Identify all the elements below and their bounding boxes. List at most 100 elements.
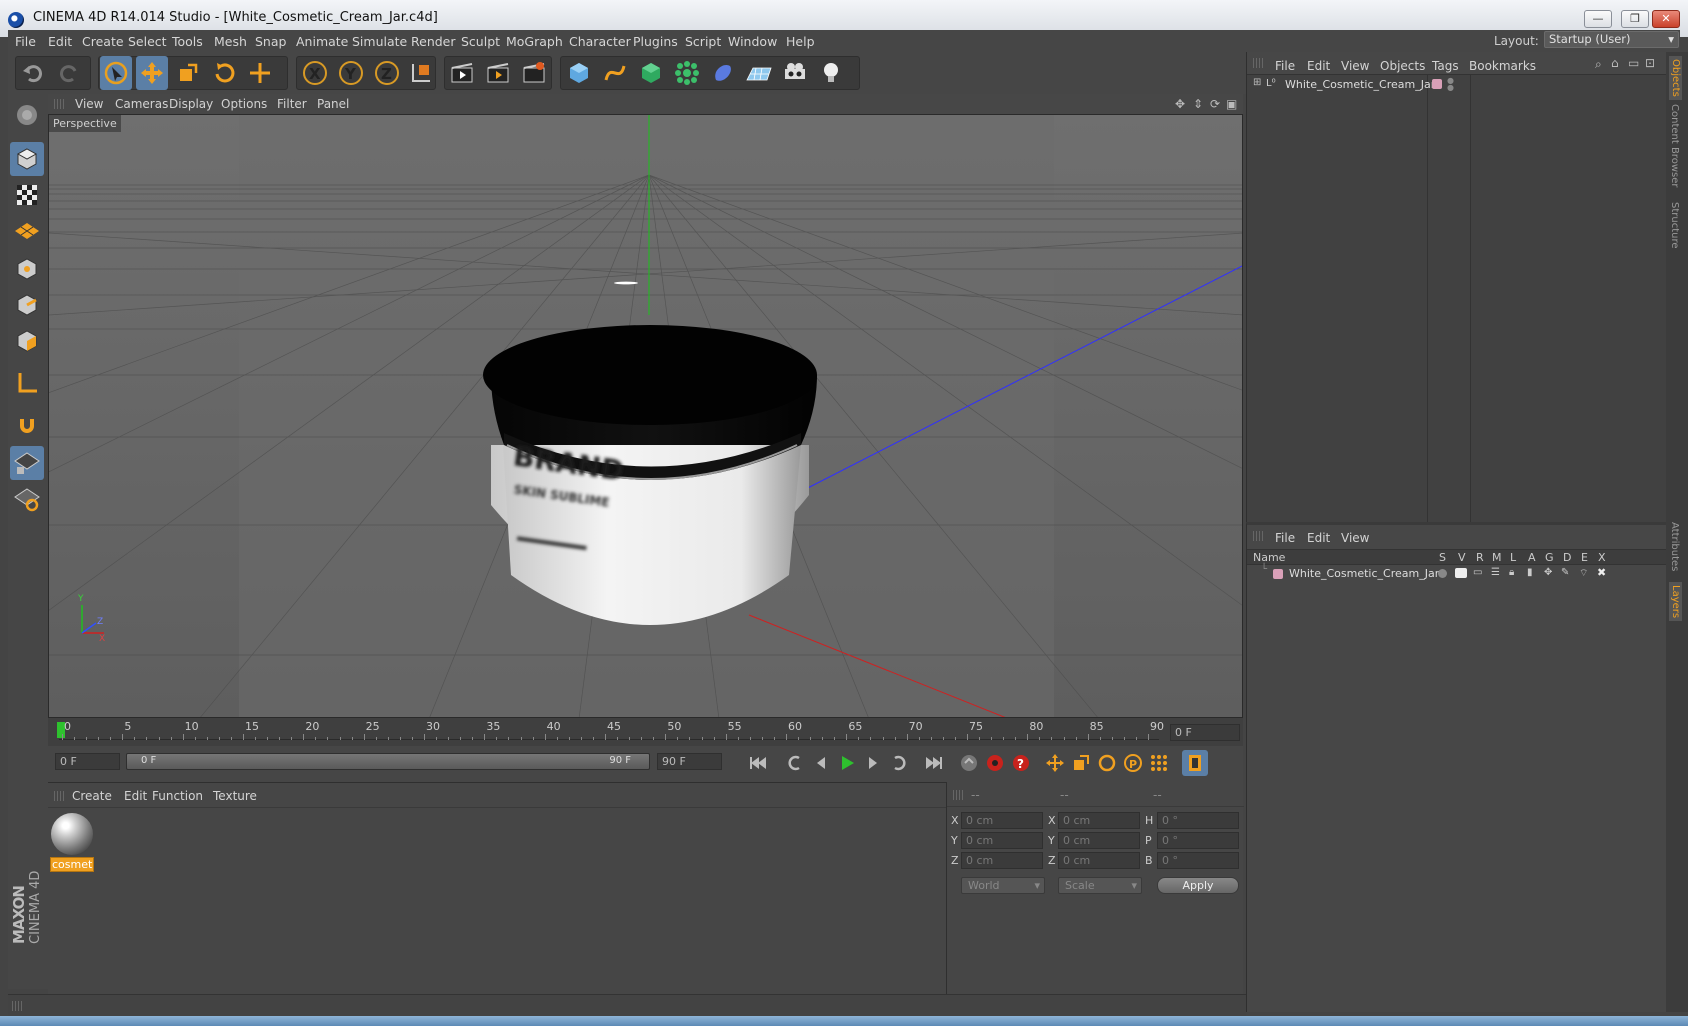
render-settings-icon[interactable] [518, 56, 550, 90]
viewport-menu-view[interactable]: View [75, 97, 103, 111]
render-picture-viewer-icon[interactable] [482, 56, 514, 90]
tab-layers[interactable]: Layers [1669, 582, 1682, 622]
viewport-menu-cameras[interactable]: Cameras [115, 97, 168, 111]
render-view-icon[interactable] [446, 56, 478, 90]
key-rotation-icon[interactable] [1096, 752, 1118, 774]
menu-plugins[interactable]: Plugins [633, 34, 678, 49]
motion-record-icon[interactable] [958, 752, 980, 774]
solo-toggle-icon[interactable] [1438, 569, 1447, 578]
polygons-mode-icon[interactable] [10, 324, 44, 358]
spline-icon[interactable] [599, 56, 631, 90]
menu-select[interactable]: Select [128, 34, 167, 49]
tab-structure[interactable]: Structure [1669, 202, 1680, 249]
workplane-mode-icon[interactable] [10, 214, 44, 248]
generators-toggle-icon[interactable]: ✥ [1544, 567, 1552, 578]
cube-object-icon[interactable] [563, 56, 595, 90]
key-position-icon[interactable] [1044, 752, 1066, 774]
layer-row[interactable]: └ White_Cosmetic_Cream_Jar ▭ ☰ 🔒︎ ▮ ✥ ✎ … [1247, 564, 1667, 582]
nurbs-icon[interactable] [635, 56, 667, 90]
texture-mode-icon[interactable] [10, 178, 44, 212]
material-menu-edit[interactable]: Edit [124, 789, 147, 803]
new-window-icon[interactable]: ⊡ [1645, 56, 1655, 70]
coord-rot-h-field[interactable]: 0 ° [1157, 812, 1239, 829]
previous-frame-icon[interactable] [810, 752, 832, 774]
layer-col-d[interactable]: D [1563, 551, 1571, 564]
menu-snap[interactable]: Snap [255, 34, 286, 49]
render-toggle-icon[interactable]: ▭ [1473, 567, 1482, 578]
rotate-view-icon[interactable]: ⟳ [1210, 97, 1220, 111]
coord-size-mode-select[interactable]: Scale ▾ [1058, 877, 1142, 894]
array-icon[interactable] [671, 56, 703, 90]
menu-tools[interactable]: Tools [172, 34, 203, 49]
layer-menu-edit[interactable]: Edit [1307, 531, 1330, 545]
camera-icon[interactable] [779, 56, 811, 90]
edges-mode-icon[interactable] [10, 288, 44, 322]
object-menu-edit[interactable]: Edit [1307, 59, 1330, 73]
layer-col-r[interactable]: R [1476, 551, 1484, 564]
snap-settings-icon[interactable] [10, 482, 44, 516]
minimize-button[interactable]: — [1584, 10, 1612, 28]
current-frame-field[interactable]: 0 F [1170, 724, 1240, 741]
floor-icon[interactable] [743, 56, 775, 90]
lock-icon[interactable]: 🔒︎ [1509, 567, 1514, 578]
key-parameter-icon[interactable]: P [1122, 752, 1144, 774]
object-menu-view[interactable]: View [1341, 59, 1369, 73]
layer-col-l[interactable]: L [1510, 551, 1516, 564]
start-frame-field[interactable]: 0 F [55, 753, 120, 770]
object-menu-tags[interactable]: Tags [1432, 59, 1459, 73]
menu-sculpt[interactable]: Sculpt [461, 34, 500, 49]
menu-character[interactable]: Character [569, 34, 631, 49]
material-menu-create[interactable]: Create [72, 789, 112, 803]
layer-color-swatch[interactable] [1432, 79, 1442, 89]
coord-rot-b-field[interactable]: 0 ° [1157, 852, 1239, 869]
workplane-lock-icon[interactable] [10, 446, 44, 480]
end-frame-field[interactable]: 90 F [657, 753, 722, 770]
coordinate-system-icon[interactable] [405, 56, 437, 90]
menu-edit[interactable]: Edit [48, 34, 72, 49]
z-axis-icon[interactable]: Z [371, 56, 403, 90]
key-scale-icon[interactable] [1070, 752, 1092, 774]
timeline-ruler[interactable]: 0 5 10 15 20 25 30 35 40 45 50 55 60 65 70 75 80 85 90 0 F [48, 718, 1243, 746]
layer-col-g[interactable]: G [1545, 551, 1554, 564]
layer-menu-view[interactable]: View [1341, 531, 1369, 545]
model-mode-icon[interactable] [10, 142, 44, 176]
add-object-icon[interactable] [244, 56, 276, 90]
menu-create[interactable]: Create [82, 34, 124, 49]
object-menu-objects[interactable]: Objects [1380, 59, 1425, 73]
apply-button[interactable]: Apply [1157, 877, 1239, 894]
expressions-toggle-icon[interactable]: ⌔ [1579, 567, 1588, 580]
tab-objects[interactable]: Objects [1669, 56, 1682, 100]
visibility-dots-icon[interactable]: ● ● [1447, 77, 1454, 92]
x-axis-icon[interactable]: X [299, 56, 331, 90]
viewport-menu-panel[interactable]: Panel [317, 97, 349, 111]
go-to-start-icon[interactable] [747, 752, 769, 774]
menu-mesh[interactable]: Mesh [214, 34, 247, 49]
maximize-button[interactable]: ❐ [1621, 10, 1649, 28]
coord-pos-z-field[interactable]: 0 cm [961, 852, 1043, 869]
viewport-menu-display[interactable]: Display [169, 97, 213, 111]
object-menu-file[interactable]: File [1275, 59, 1295, 73]
magnet-icon[interactable] [10, 408, 44, 442]
coord-size-x-field[interactable]: 0 cm [1058, 812, 1140, 829]
visible-eye-icon[interactable] [1455, 568, 1467, 578]
menu-file[interactable]: File [15, 34, 36, 49]
layer-col-x[interactable]: X [1598, 551, 1606, 564]
menu-animate[interactable]: Animate [296, 34, 348, 49]
maximize-view-icon[interactable]: ▣ [1226, 97, 1237, 111]
menu-mograph[interactable]: MoGraph [506, 34, 563, 49]
points-mode-icon[interactable] [10, 252, 44, 286]
viewport-menu-filter[interactable]: Filter [277, 97, 307, 111]
layer-menu-file[interactable]: File [1275, 531, 1295, 545]
redo-icon[interactable] [53, 56, 85, 90]
coord-space-select[interactable]: World ▾ [961, 877, 1045, 894]
collapse-icon[interactable]: ▭ [1628, 56, 1639, 70]
next-key-icon[interactable] [888, 752, 910, 774]
coord-size-y-field[interactable]: 0 cm [1058, 832, 1140, 849]
xref-toggle-icon[interactable]: ✖ [1597, 566, 1606, 579]
undo-icon[interactable] [17, 56, 49, 90]
menu-script[interactable]: Script [685, 34, 721, 49]
live-selection-icon[interactable] [100, 56, 132, 90]
deformer-icon[interactable] [707, 56, 739, 90]
move-icon[interactable] [136, 56, 168, 90]
make-editable-icon[interactable] [10, 98, 44, 132]
